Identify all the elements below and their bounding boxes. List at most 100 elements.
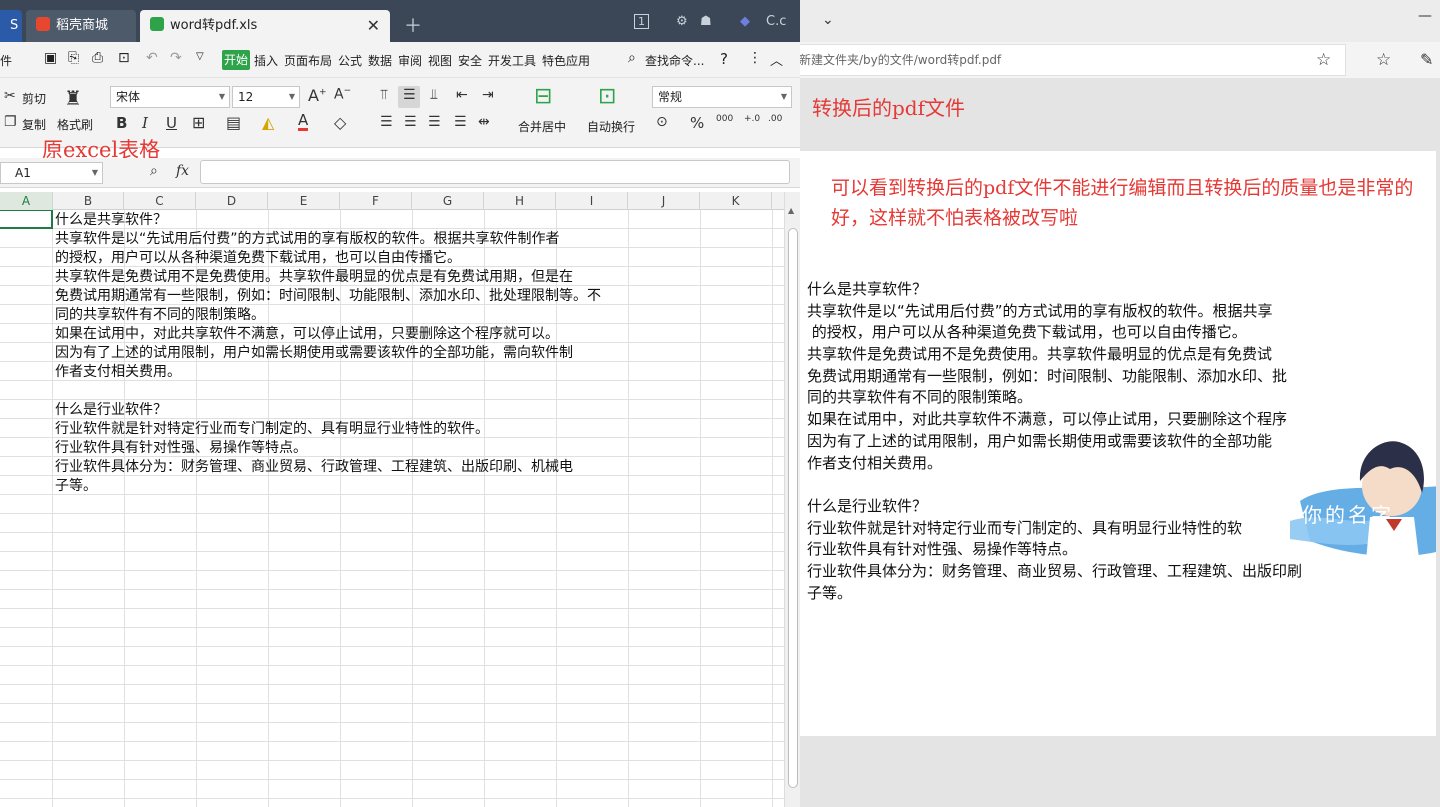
menu-security[interactable]: 安全 xyxy=(458,52,482,69)
align-right-icon[interactable]: ☰ xyxy=(428,114,441,130)
align-center-icon[interactable]: ☰ xyxy=(404,114,417,130)
cell-style-icon[interactable]: ▤ xyxy=(226,113,241,132)
indent-icon[interactable]: ⇥ xyxy=(482,87,494,103)
column-header-g[interactable]: G xyxy=(412,192,484,210)
shirt-icon[interactable]: ☗ xyxy=(700,14,712,29)
cell-line[interactable]: 的授权，用户可以从各种渠道免费下载试用，也可以自由传播它。 xyxy=(55,249,695,268)
cell-line[interactable]: 子等。 xyxy=(55,477,695,496)
number-format-select[interactable]: 常规 ▼ xyxy=(652,86,792,108)
selected-cell-a1[interactable] xyxy=(0,210,53,229)
cell-line[interactable]: 什么是共享软件？ xyxy=(55,211,695,230)
zoom-icon[interactable]: ⌕ xyxy=(150,163,158,179)
menu-start[interactable]: 开始 xyxy=(222,50,250,70)
cell-line[interactable]: 行业软件具有针对性强、易操作等特点。 xyxy=(55,439,695,458)
fill-color-icon[interactable]: ◭ xyxy=(262,113,274,132)
column-header-k[interactable]: K xyxy=(700,192,772,210)
font-name-select[interactable]: 宋体 ▼ xyxy=(110,86,230,108)
cell-line[interactable]: 如果在试用中，对此共享软件不满意，可以停止试用，只要删除这个程序就可以。 xyxy=(55,325,695,344)
user-name[interactable]: C.c xyxy=(766,14,786,29)
search-command[interactable]: 查找命令... xyxy=(645,52,704,69)
bold-icon[interactable]: B xyxy=(116,114,127,132)
column-header-d[interactable]: D xyxy=(196,192,268,210)
tab-list-icon[interactable]: ⌄ xyxy=(822,12,834,28)
menu-formula[interactable]: 公式 xyxy=(338,52,362,69)
more-icon[interactable]: ⋮ xyxy=(748,50,762,66)
distributed-icon[interactable]: ⇹ xyxy=(478,114,490,130)
skin-icon[interactable]: ⚙ xyxy=(676,14,688,29)
pen-icon[interactable]: ✎ xyxy=(1420,50,1433,69)
menu-developer[interactable]: 开发工具 xyxy=(488,52,536,69)
cell-line[interactable]: 作者支付相关费用。 xyxy=(55,363,695,382)
favorite-star-icon[interactable]: ☆ xyxy=(1316,50,1331,70)
address-bar[interactable]: 新建文件夹/by的文件/word转pdf.pdf xyxy=(800,44,1346,76)
decrease-font-icon[interactable]: A− xyxy=(334,86,351,103)
scrollbar-thumb[interactable] xyxy=(788,228,798,788)
help-icon[interactable]: ? xyxy=(720,50,728,68)
cell-line[interactable]: 什么是行业软件？ xyxy=(55,401,695,420)
cell-line[interactable]: 同的共享软件有不同的限制策略。 xyxy=(55,306,695,325)
italic-icon[interactable]: I xyxy=(142,114,148,132)
menu-insert[interactable]: 插入 xyxy=(254,52,278,69)
column-header-a[interactable]: A xyxy=(0,192,53,210)
thousands-button[interactable]: 000 xyxy=(716,114,733,124)
font-color-icon[interactable]: A xyxy=(298,112,309,131)
cell-line[interactable]: 共享软件是以“先试用后付费”的方式试用的享有版权的软件。根据共享软件制作者 xyxy=(55,230,695,249)
column-header-f[interactable]: F xyxy=(340,192,412,210)
cell-line[interactable]: 免费试用期通常有一些限制，例如：时间限制、功能限制、添加水印、批处理限制等。不 xyxy=(55,287,695,306)
vertical-scrollbar[interactable]: ▲ xyxy=(784,192,800,807)
print-icon[interactable]: ⎙ xyxy=(92,50,103,66)
align-bottom-icon[interactable]: ⫫ xyxy=(430,87,438,103)
border-icon[interactable]: ⊞ xyxy=(192,113,205,132)
collapse-ribbon-icon[interactable]: ︿ xyxy=(770,50,783,69)
menu-data[interactable]: 数据 xyxy=(368,52,392,69)
save-icon[interactable]: ▣ xyxy=(44,50,57,66)
cell-line[interactable]: 行业软件就是针对特定行业而专门制定的、具有明显行业特性的软件。 xyxy=(55,420,695,439)
cut-button[interactable]: 剪切 xyxy=(22,90,46,107)
outdent-icon[interactable]: ⇤ xyxy=(456,87,468,103)
align-left-icon[interactable]: ☰ xyxy=(380,114,393,130)
decrease-decimal-button[interactable]: .00 xyxy=(768,114,782,124)
close-tab-icon[interactable]: ✕ xyxy=(367,10,380,42)
menu-review[interactable]: 审阅 xyxy=(398,52,422,69)
underline-icon[interactable]: U xyxy=(166,114,177,132)
merge-center-button[interactable]: 合并居中 xyxy=(518,118,566,135)
tab-wps-home[interactable]: S xyxy=(0,10,22,42)
avatar-icon[interactable]: ◆ xyxy=(740,14,750,29)
copy-button[interactable]: 复制 xyxy=(22,116,46,133)
wrap-text-button[interactable]: 自动换行 xyxy=(587,118,635,135)
align-top-icon[interactable]: ⫪ xyxy=(380,87,388,103)
clear-format-icon[interactable]: ◇ xyxy=(334,113,346,132)
column-header-e[interactable]: E xyxy=(268,192,340,210)
window-count-badge[interactable]: 1 xyxy=(634,14,649,29)
percent-button[interactable]: % xyxy=(690,114,704,132)
currency-icon[interactable]: ⊙ xyxy=(656,114,668,130)
menu-view[interactable]: 视图 xyxy=(428,52,452,69)
cell-line[interactable]: 共享软件是免费试用不是免费使用。共享软件最明显的优点是有免费试用期，但是在 xyxy=(55,268,695,287)
redo-icon[interactable]: ↷ xyxy=(170,50,182,66)
menu-page-layout[interactable]: 页面布局 xyxy=(284,52,332,69)
cell-line[interactable]: 行业软件具体分为：财务管理、商业贸易、行政管理、工程建筑、出版印刷、机械电 xyxy=(55,458,695,477)
minimize-icon[interactable]: — xyxy=(1418,8,1432,24)
more-quick-icon[interactable]: ▽ xyxy=(196,51,204,62)
column-header-c[interactable]: C xyxy=(124,192,196,210)
column-header-h[interactable]: H xyxy=(484,192,556,210)
name-box[interactable]: A1 ▼ xyxy=(0,162,103,184)
cell-line[interactable] xyxy=(55,382,695,401)
new-tab-icon[interactable]: ＋ xyxy=(404,12,422,38)
formula-input[interactable] xyxy=(200,160,790,184)
column-header-i[interactable]: I xyxy=(556,192,628,210)
increase-decimal-button[interactable]: +.0 xyxy=(744,114,760,124)
tab-word-to-pdf-xls[interactable]: word转pdf.xls ✕ xyxy=(140,10,390,42)
favorites-list-icon[interactable]: ☆ xyxy=(1376,50,1391,70)
undo-icon[interactable]: ↶ xyxy=(146,50,158,66)
format-painter-button[interactable]: 格式刷 xyxy=(57,116,93,133)
scroll-up-icon[interactable]: ▲ xyxy=(788,206,794,215)
format-copy-icon[interactable]: ⎘ xyxy=(68,50,79,66)
cell-line[interactable]: 因为有了上述的试用限制，用户如需长期使用或需要该软件的全部功能，需向软件制 xyxy=(55,344,695,363)
column-header-j[interactable]: J xyxy=(628,192,700,210)
column-header-b[interactable]: B xyxy=(53,192,124,210)
tab-docer-store[interactable]: 稻壳商城 xyxy=(26,10,136,42)
justify-icon[interactable]: ☰ xyxy=(454,114,467,130)
font-size-select[interactable]: 12 ▼ xyxy=(232,86,300,108)
menu-file[interactable]: 件 xyxy=(0,52,12,69)
